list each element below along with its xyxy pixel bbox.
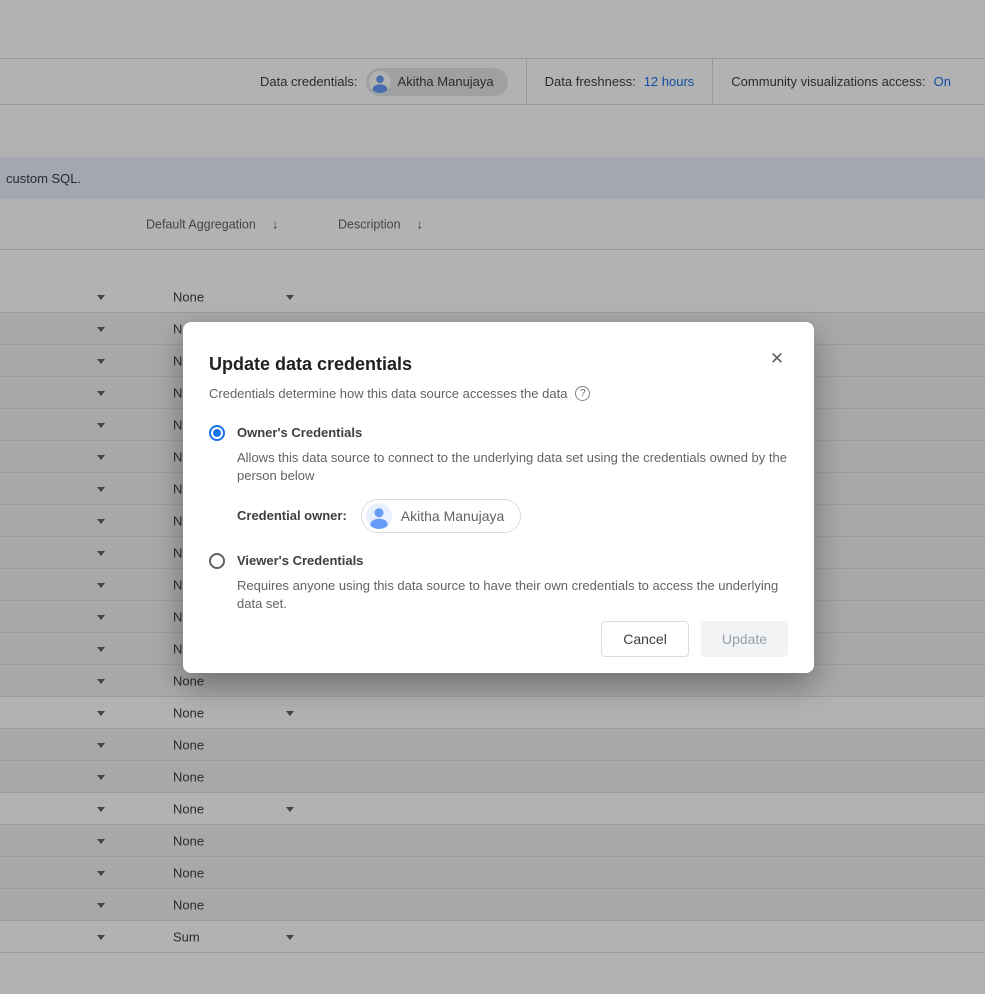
help-icon[interactable]: ?	[575, 386, 590, 401]
option-description: Requires anyone using this data source t…	[237, 577, 788, 614]
cancel-button[interactable]: Cancel	[601, 621, 689, 657]
radio-viewers-credentials[interactable]	[209, 553, 225, 569]
option-label: Owner's Credentials	[237, 425, 788, 440]
option-label: Viewer's Credentials	[237, 553, 788, 568]
credential-owner-chip: Akitha Manujaya	[361, 499, 522, 533]
page: Data credentials: Akitha Manujaya Data f…	[0, 0, 985, 994]
dialog-subtitle-text: Credentials determine how this data sour…	[209, 386, 567, 401]
avatar-icon	[366, 503, 392, 529]
radio-owners-credentials[interactable]	[209, 425, 225, 441]
credential-owner-label: Credential owner:	[237, 508, 347, 523]
credential-owner-name: Akitha Manujaya	[401, 508, 505, 524]
credential-owner-row: Credential owner: Akitha Manujaya	[237, 499, 788, 533]
close-icon[interactable]: ✕	[764, 346, 790, 372]
dialog-title: Update data credentials	[209, 354, 788, 375]
dialog-buttons: Cancel Update	[209, 621, 788, 657]
owners-credentials-option[interactable]: Owner's Credentials Allows this data sou…	[209, 425, 788, 533]
update-button[interactable]: Update	[701, 621, 788, 657]
dialog-subtitle: Credentials determine how this data sour…	[209, 386, 788, 401]
option-description: Allows this data source to connect to th…	[237, 449, 788, 486]
viewers-credentials-option[interactable]: Viewer's Credentials Requires anyone usi…	[209, 553, 788, 614]
update-data-credentials-dialog: ✕ Update data credentials Credentials de…	[183, 322, 814, 673]
